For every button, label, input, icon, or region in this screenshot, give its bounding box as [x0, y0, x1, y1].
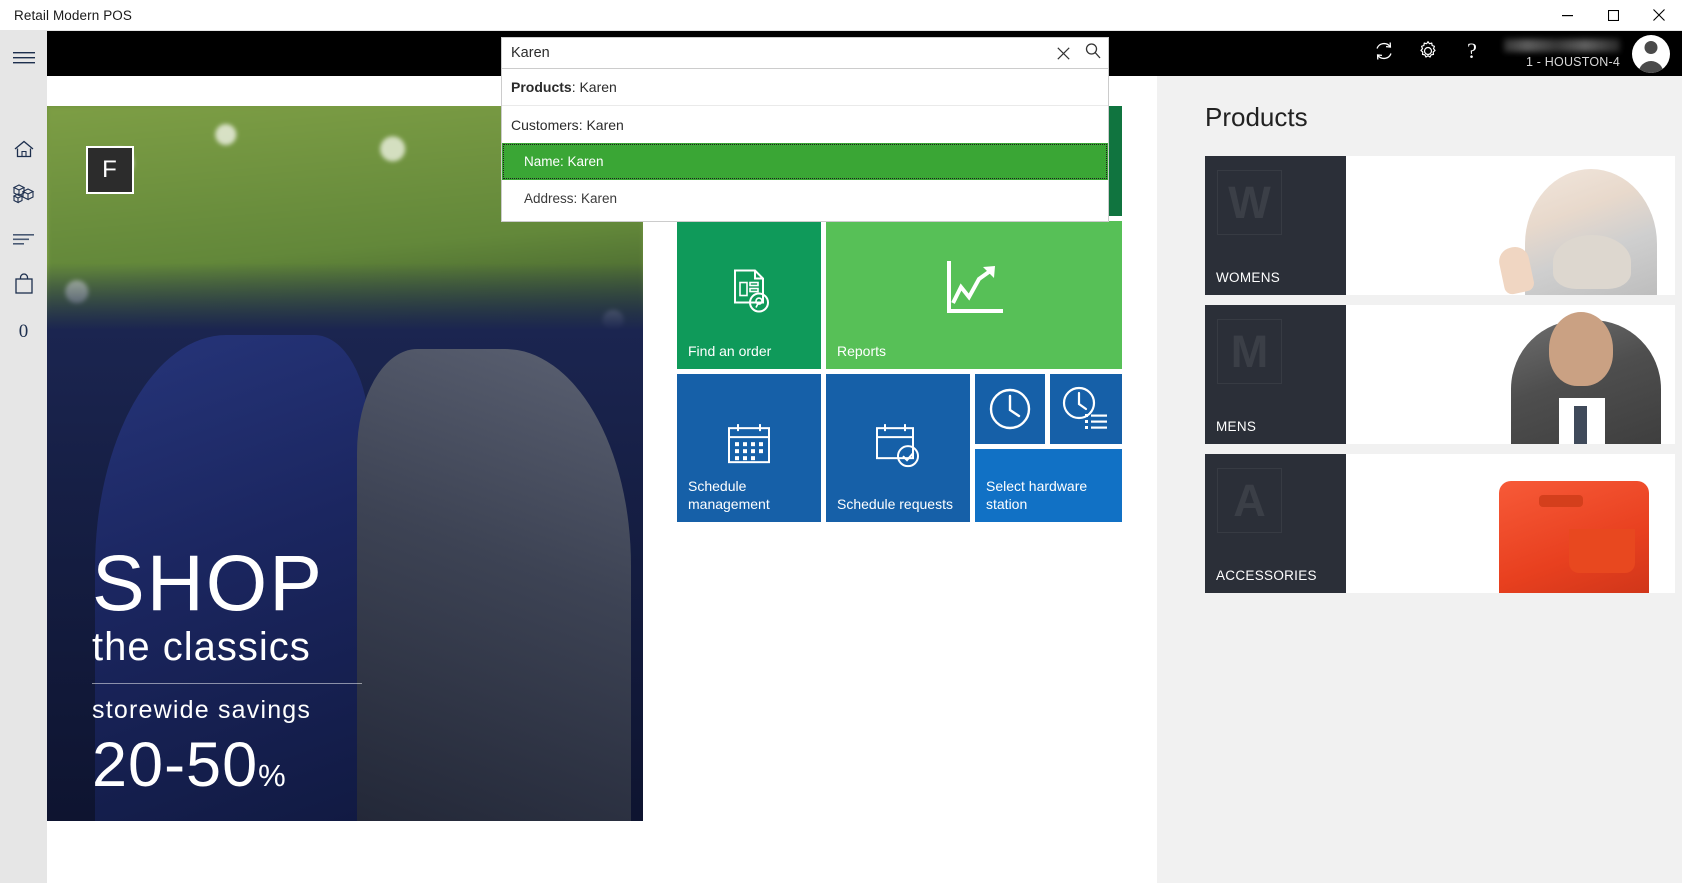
suggestion-customers[interactable]: Customers: Karen [502, 106, 1108, 143]
product-category-row[interactable]: W WOMENS [1205, 156, 1675, 295]
tile-label: Schedule requests [837, 495, 953, 512]
top-bar-actions: ? 1 - HOUSTON-4 [1362, 31, 1682, 76]
user-info[interactable]: 1 - HOUSTON-4 [1504, 31, 1620, 76]
chart-arrow-icon [826, 259, 1122, 321]
banner-divider [92, 683, 362, 684]
products-panel-title: Products [1205, 102, 1308, 132]
suggestion-customers-name[interactable]: Name: Karen [502, 143, 1108, 180]
clear-search-button[interactable] [1048, 38, 1078, 68]
sidebar-item-cart[interactable] [0, 264, 47, 309]
svg-text:?: ? [1467, 39, 1477, 63]
tile-label: Reports [837, 342, 887, 359]
sidebar-item-products[interactable] [0, 174, 47, 219]
home-icon [13, 139, 35, 164]
products-panel: Products W WOMENS M MENS A ACCESSORIES [1157, 76, 1682, 883]
product-category-tile-accessories[interactable]: A ACCESSORIES [1205, 454, 1346, 593]
category-label: WOMENS [1216, 270, 1281, 285]
tile-time-clock-entries[interactable] [1050, 374, 1122, 444]
close-button[interactable] [1636, 0, 1682, 31]
photo-shape-face [1549, 312, 1613, 386]
search-submit-button[interactable] [1078, 38, 1108, 68]
help-icon: ? [1461, 38, 1483, 68]
category-letter: A [1217, 468, 1282, 533]
products-boxes-icon [12, 183, 36, 210]
photo-shape-tie [1574, 406, 1587, 444]
search-suggestions-dropdown: Products: Karen Customers: Karen Name: K… [501, 69, 1109, 222]
hamburger-icon [12, 51, 35, 72]
banner-subhead: the classics [92, 625, 311, 669]
suggestion-category: Customers [511, 116, 579, 133]
settings-button[interactable] [1406, 31, 1450, 76]
minimize-button[interactable] [1544, 0, 1590, 31]
suggestion-term: Karen [579, 79, 617, 95]
tile-find-an-order[interactable]: Find an order [677, 221, 821, 369]
tile-time-clock[interactable] [975, 374, 1045, 444]
product-category-photo-accessories[interactable] [1346, 454, 1675, 593]
banner-headline: SHOP [92, 537, 324, 627]
banner-copy: SHOP the classics storewide savings 20-5… [92, 537, 362, 801]
search-input[interactable] [502, 38, 1048, 68]
tile-schedule-requests[interactable]: Schedule requests [826, 374, 970, 522]
product-category-photo-womens[interactable] [1346, 156, 1675, 295]
suggestion-customers-address[interactable]: Address: Karen [502, 180, 1108, 217]
category-letter: M [1217, 319, 1282, 384]
banner-grey-coat [356, 349, 632, 821]
document-search-icon [677, 263, 821, 319]
avatar-body-icon [1638, 60, 1664, 73]
sidebar-item-home[interactable] [0, 129, 47, 174]
photo-shape-scarf [1553, 235, 1631, 289]
sidebar-item-menu[interactable] [0, 39, 47, 84]
category-label: MENS [1216, 419, 1257, 434]
suggestion-products[interactable]: Products: Karen [502, 69, 1108, 106]
product-category-photo-mens[interactable] [1346, 305, 1675, 444]
category-letter: W [1217, 170, 1282, 235]
clock-icon [975, 374, 1045, 444]
product-category-row[interactable]: M MENS [1205, 305, 1675, 444]
sync-icon [1373, 40, 1395, 67]
tile-schedule-management[interactable]: Schedule management [677, 374, 821, 522]
banner-discount: 20-50% [92, 729, 362, 801]
banner-savings-text: storewide savings [92, 696, 312, 724]
lines-list-icon [12, 232, 35, 251]
tile-label: Schedule management [688, 478, 770, 512]
product-category-tile-mens[interactable]: M MENS [1205, 305, 1346, 444]
user-name-blurred [1504, 38, 1620, 52]
tile-reports[interactable]: Reports [826, 221, 1122, 369]
shopping-bag-icon [14, 273, 34, 300]
tile-label: Select hardware station [986, 478, 1088, 512]
tile-label: Find an order [688, 342, 772, 359]
sync-button[interactable] [1362, 31, 1406, 76]
suggestion-separator: : [571, 79, 576, 95]
avatar-head-icon [1644, 40, 1658, 54]
sidebar-item-tasks[interactable] [0, 219, 47, 264]
product-category-row[interactable]: A ACCESSORIES [1205, 454, 1675, 593]
suggestion-category: Products [511, 79, 572, 95]
search-icon [1084, 42, 1102, 65]
store-register-label: 1 - HOUSTON-4 [1525, 54, 1620, 69]
left-navigation-rail: 0 [0, 31, 47, 883]
maximize-button[interactable] [1590, 0, 1636, 31]
title-bar: Retail Modern POS [0, 0, 1682, 31]
help-button[interactable]: ? [1450, 31, 1494, 76]
suggestion-separator: : [578, 116, 583, 133]
avatar[interactable] [1632, 34, 1670, 73]
window-controls [1544, 0, 1682, 31]
cart-count: 0 [18, 320, 29, 342]
clock-list-icon [1050, 374, 1122, 444]
photo-shape-flap [1569, 529, 1635, 573]
category-label: ACCESSORIES [1216, 568, 1317, 583]
gear-icon [1417, 40, 1439, 67]
search-box[interactable] [501, 37, 1109, 69]
banner-discount-symbol: % [258, 758, 287, 793]
banner-discount-value: 20-50 [92, 730, 259, 800]
calendar-grid-icon [677, 420, 821, 468]
banner-brand-logo: F [86, 146, 134, 194]
window-title: Retail Modern POS [14, 7, 132, 23]
calendar-check-icon [826, 420, 970, 468]
product-category-tile-womens[interactable]: W WOMENS [1205, 156, 1346, 295]
suggestion-term: Karen [586, 116, 624, 133]
tile-select-hardware-station[interactable]: Select hardware station [975, 449, 1122, 522]
photo-shape-strap [1539, 495, 1583, 507]
